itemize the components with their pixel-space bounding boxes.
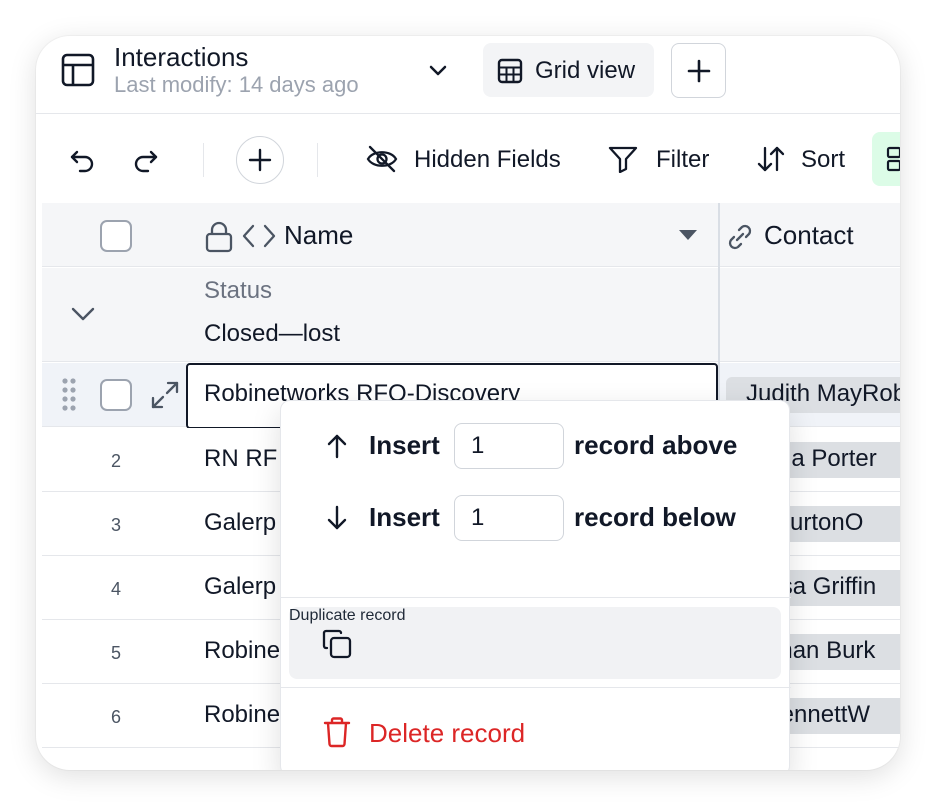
row-number: 4 — [110, 579, 121, 599]
insert-below-count-input[interactable] — [454, 495, 564, 541]
sort-icon — [757, 146, 785, 172]
group-field-label: Status — [204, 277, 273, 304]
toolbar-divider — [203, 143, 204, 177]
row-name: Galerp — [204, 573, 277, 600]
row-number: 5 — [110, 643, 121, 663]
eye-off-icon — [366, 145, 398, 173]
row-number: 2 — [110, 451, 121, 471]
add-record-button[interactable] — [236, 136, 284, 184]
toolbar: Hidden Fields Filter Sort — [36, 115, 900, 203]
copy-icon — [322, 629, 352, 659]
table-header: Interactions Last modify: 14 days ago Gr… — [36, 36, 900, 114]
add-view-button[interactable] — [671, 43, 726, 98]
row-name: Robine — [204, 701, 281, 728]
name-column-label[interactable]: Name — [284, 220, 353, 251]
lock-icon — [205, 221, 233, 253]
table-title: Interactions — [114, 42, 249, 72]
hidden-fields-button[interactable]: Hidden Fields — [366, 139, 576, 179]
sort-label: Sort — [801, 146, 846, 173]
delete-record-item[interactable]: Delete record — [281, 701, 791, 765]
grid-view-label: Grid view — [535, 57, 636, 84]
insert-above-count-input[interactable] — [454, 423, 564, 469]
insert-below-suffix: record below — [574, 502, 736, 532]
select-all-checkbox[interactable] — [100, 220, 132, 252]
group-icon — [886, 146, 900, 172]
last-modified-text: Last modify: 14 days ago — [114, 72, 359, 97]
group-button[interactable] — [872, 132, 900, 186]
menu-divider — [281, 597, 791, 598]
duplicate-record-label: Duplicate record — [289, 607, 406, 624]
record-context-menu: Insert record above Insert record below … — [280, 400, 791, 770]
insert-below-item[interactable]: Insert record below — [281, 493, 791, 543]
arrow-down-icon — [327, 505, 347, 530]
redo-icon[interactable] — [132, 146, 160, 174]
row-name: Galerp — [204, 509, 277, 536]
menu-divider — [281, 687, 791, 688]
grid-icon — [497, 58, 523, 84]
group-field-value: Closed—lost — [204, 320, 341, 347]
insert-above-suffix: record above — [574, 430, 738, 460]
delete-record-label: Delete record — [369, 718, 526, 748]
plus-icon — [248, 148, 272, 172]
table-icon — [61, 53, 95, 87]
filter-label: Filter — [656, 146, 710, 173]
expand-icon[interactable] — [150, 380, 180, 410]
plus-icon — [687, 59, 711, 83]
row-checkbox[interactable] — [100, 379, 132, 411]
row-name: Robine — [204, 637, 281, 664]
drag-handle-icon[interactable] — [61, 377, 77, 411]
group-header-row[interactable]: Status Closed—lost — [42, 268, 900, 362]
chevron-down-icon[interactable] — [70, 305, 96, 323]
filter-icon — [608, 146, 638, 173]
caret-down-icon[interactable] — [678, 229, 698, 241]
contact-column-label[interactable]: Contact — [764, 220, 854, 251]
row-number: 6 — [110, 707, 121, 727]
insert-below-label: Insert — [369, 502, 440, 532]
column-header-row: Name Contact — [42, 203, 900, 267]
arrow-up-icon — [327, 434, 347, 459]
row-name: RN RF — [204, 445, 278, 472]
insert-above-item[interactable]: Insert record above — [281, 421, 791, 471]
chevron-down-icon[interactable] — [426, 58, 450, 82]
sort-button[interactable]: Sort — [756, 139, 856, 179]
link-icon — [728, 224, 752, 250]
code-icon — [242, 224, 276, 248]
grid-view-button[interactable]: Grid view — [483, 43, 654, 97]
trash-icon — [323, 717, 351, 748]
filter-button[interactable]: Filter — [608, 139, 718, 179]
duplicate-record-item[interactable]: Duplicate record — [289, 607, 781, 679]
row-number: 3 — [110, 515, 121, 535]
hidden-fields-label: Hidden Fields — [414, 146, 561, 173]
app-window: Interactions Last modify: 14 days ago Gr… — [36, 36, 900, 770]
toolbar-divider — [317, 143, 318, 177]
insert-above-label: Insert — [369, 430, 440, 460]
undo-icon[interactable] — [68, 146, 96, 174]
